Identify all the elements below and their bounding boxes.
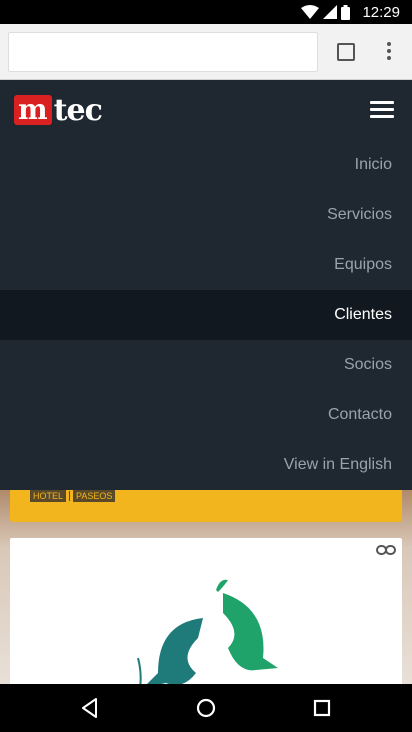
url-field[interactable] xyxy=(8,32,318,72)
tag-hotel[interactable]: HOTEL xyxy=(30,490,67,502)
nav-item-clientes[interactable]: Clientes xyxy=(0,290,412,340)
hamburger-icon[interactable] xyxy=(370,101,394,119)
wifi-icon xyxy=(301,5,319,19)
back-icon[interactable] xyxy=(78,696,102,720)
system-nav-bar xyxy=(0,684,412,732)
nav-item-equipos[interactable]: Equipos xyxy=(0,240,412,290)
status-icons xyxy=(301,4,350,20)
nav-item-english[interactable]: View in English xyxy=(0,440,412,490)
website-viewport: m tec Inicio Servicios Equipos Clientes … xyxy=(0,80,412,684)
logo[interactable]: m tec xyxy=(14,92,103,128)
nav-menu: Inicio Servicios Equipos Clientes Socios… xyxy=(0,140,412,490)
tag-separator xyxy=(69,491,71,501)
nav-item-socios[interactable]: Socios xyxy=(0,340,412,390)
page-content: HOTEL PASEOS xyxy=(0,490,412,684)
tag-paseos[interactable]: PASEOS xyxy=(73,490,116,502)
logo-m: m xyxy=(14,95,52,125)
nav-item-contacto[interactable]: Contacto xyxy=(0,390,412,440)
fish-logo-icon xyxy=(137,579,278,684)
status-bar: 12:29 xyxy=(0,0,412,24)
signal-icon xyxy=(323,5,337,19)
kebab-menu-icon[interactable] xyxy=(380,40,398,64)
category-banner: HOTEL PASEOS xyxy=(10,490,402,522)
browser-toolbar xyxy=(0,24,412,80)
client-card[interactable] xyxy=(10,538,402,684)
tabs-icon[interactable] xyxy=(337,43,355,61)
nav-item-servicios[interactable]: Servicios xyxy=(0,190,412,240)
battery-icon xyxy=(341,4,350,20)
link-icon[interactable] xyxy=(376,544,396,556)
tag-list: HOTEL PASEOS xyxy=(30,490,116,502)
nav-item-inicio[interactable]: Inicio xyxy=(0,140,412,190)
home-icon[interactable] xyxy=(194,696,218,720)
status-time: 12:29 xyxy=(362,4,400,21)
recents-icon[interactable] xyxy=(310,696,334,720)
logo-text: tec xyxy=(53,92,103,128)
site-header: m tec xyxy=(0,80,412,140)
